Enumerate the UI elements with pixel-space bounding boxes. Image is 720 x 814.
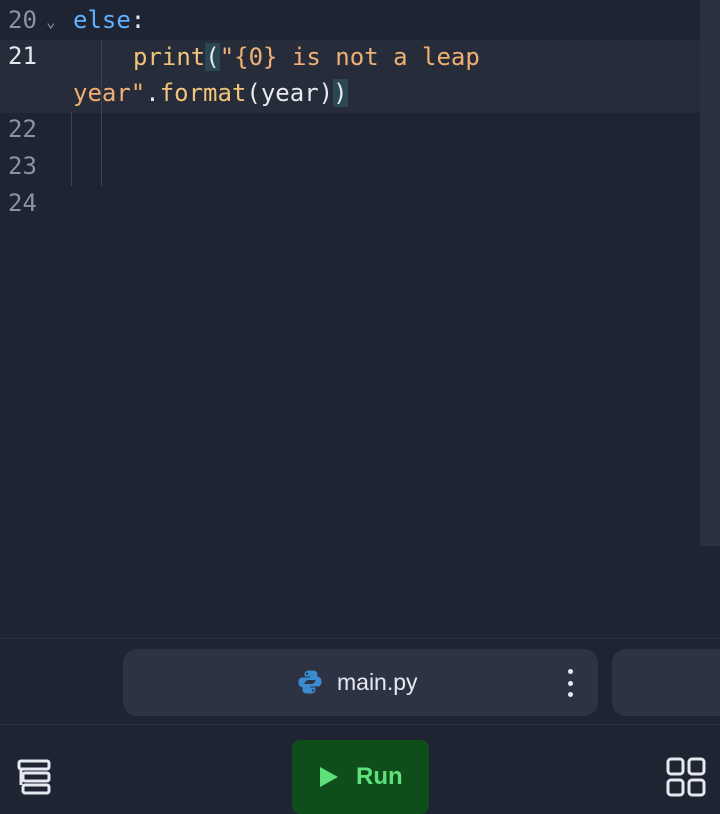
code-line-21-wrap: year".format(year)) xyxy=(73,75,348,111)
file-tab-main-py[interactable]: main.py xyxy=(123,649,598,716)
code-editor[interactable]: 20 ⌄ 21 22 23 24 else: print("{0} is not… xyxy=(0,0,720,638)
bracket-close-2: ) xyxy=(318,79,334,107)
play-icon xyxy=(320,767,338,787)
argument-year: year xyxy=(260,79,319,107)
line-number-22: 22 xyxy=(8,115,37,143)
string-part-2: year" xyxy=(73,79,146,107)
line-number-24: 24 xyxy=(8,189,37,217)
line-number-21: 21 xyxy=(8,42,37,70)
code-line-21: print("{0} is not a leap xyxy=(133,39,480,75)
code-line-20: else: xyxy=(73,2,145,38)
function-print: print xyxy=(133,43,206,71)
line-number-23: 23 xyxy=(8,152,37,180)
indent-guide xyxy=(71,112,72,186)
python-icon xyxy=(298,670,322,694)
bottom-toolbar: Run xyxy=(0,724,720,814)
kebab-menu-icon[interactable] xyxy=(555,669,585,697)
file-tab-next[interactable] xyxy=(612,649,720,716)
colon: : xyxy=(130,6,146,34)
bracket-open-2: ( xyxy=(246,79,261,107)
keyword-else: else xyxy=(73,6,131,34)
bracket-close: ) xyxy=(333,79,348,107)
editor-scrollbar[interactable] xyxy=(700,0,720,546)
indent-guide xyxy=(101,40,102,186)
run-label: Run xyxy=(356,763,403,790)
string-part-1: "{0} is not a leap xyxy=(219,43,480,71)
bracket-open: ( xyxy=(205,43,220,71)
dot: . xyxy=(145,79,160,107)
grid-icon[interactable] xyxy=(666,757,706,797)
run-button[interactable]: Run xyxy=(292,740,429,814)
method-format: format xyxy=(159,79,247,107)
file-tab-bar: main.py xyxy=(0,638,720,725)
line-number-20: 20 xyxy=(8,6,37,34)
chevron-down-icon[interactable]: ⌄ xyxy=(46,4,56,40)
files-stack-icon[interactable] xyxy=(16,759,54,795)
tab-label: main.py xyxy=(337,669,418,695)
